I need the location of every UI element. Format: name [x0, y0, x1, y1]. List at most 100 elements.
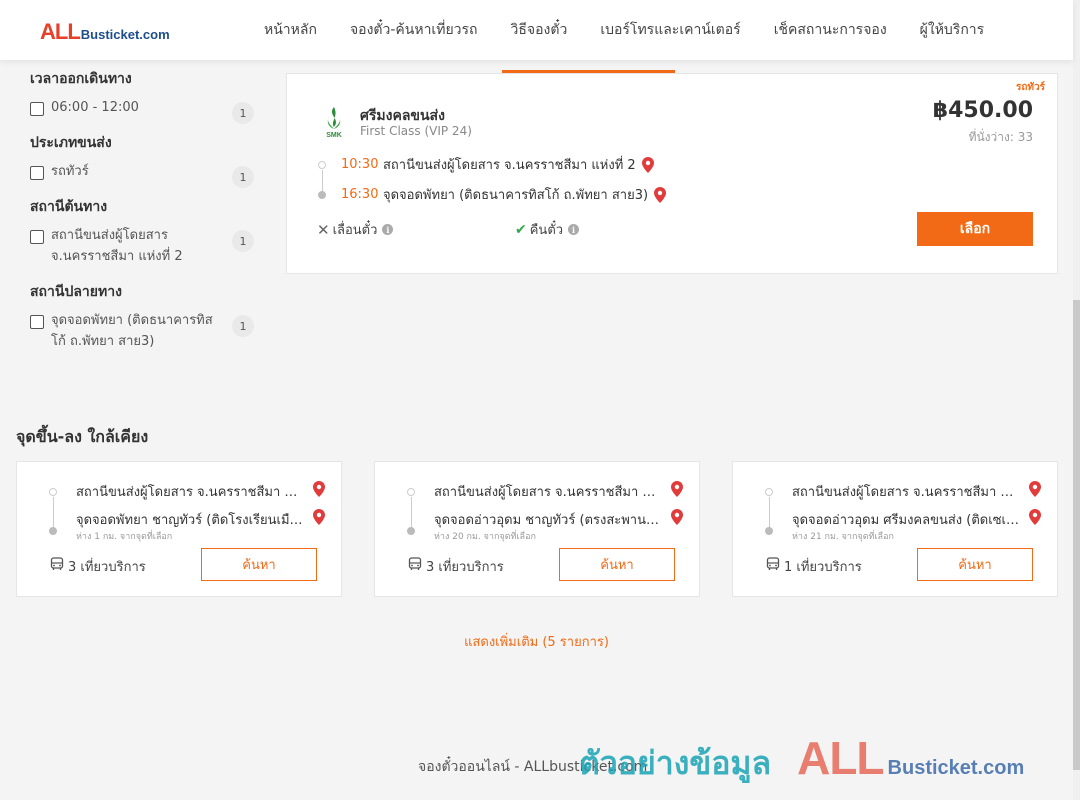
- select-trip-button[interactable]: เลือก: [917, 212, 1033, 246]
- filter-sidebar: เวลาออกเดินทาง 06:00 - 12:00 1 ประเภทขนส…: [30, 68, 256, 366]
- timeline-line: [410, 497, 412, 529]
- filter-title-origin: สถานีต้นทาง: [30, 199, 108, 215]
- refund-label: คืนตั๋ว: [529, 223, 564, 238]
- refund-policy: ✔ คืนตั๋ว i: [515, 219, 580, 240]
- reschedule-label: เลื่อนตั๋ว: [332, 223, 378, 238]
- nav-phone-counters[interactable]: เบอร์โทรและเคาน์เตอร์: [600, 19, 740, 41]
- seats-available: ที่นั่งว่าง: 33: [968, 130, 1033, 144]
- nearby-from-station: สถานีขนส่งผู้โดยสาร จ.นครราชสีมา แห่งที่…: [792, 485, 1020, 500]
- map-pin-icon[interactable]: [1029, 481, 1041, 497]
- nearby-stop-card: สถานีขนส่งผู้โดยสาร จ.นครราชสีมา แห่งที่…: [16, 461, 342, 597]
- trip-result-card: รถทัวร์ SMK ศรีมงคลขนส่ง First Class (VI…: [286, 73, 1058, 274]
- map-pin-icon[interactable]: [671, 481, 683, 497]
- timeline-destination-dot: [49, 527, 57, 535]
- filter-option-label: รถทัวร์: [51, 164, 89, 179]
- map-pin-icon[interactable]: [671, 509, 683, 525]
- filter-option-label: จุดจอดพัทยา (ติดธนาคารทิสโก้ ถ.พัทยา สาย…: [51, 313, 213, 349]
- checkbox[interactable]: [30, 230, 44, 244]
- departure-leg: 10:30 สถานีขนส่งผู้โดยสาร จ.นครราชสีมา แ…: [341, 154, 654, 175]
- filter-group-destination: สถานีปลายทาง จุดจอดพัทยา (ติดธนาคารทิสโก…: [30, 281, 256, 352]
- reschedule-policy: ✕ เลื่อนตั๋ว i: [317, 219, 394, 240]
- operator-logo-text: SMK: [326, 132, 342, 139]
- watermark-logo-busticket: Busticket.com: [887, 757, 1025, 779]
- filter-group-origin: สถานีต้นทาง สถานีขนส่งผู้โดยสาร จ.นครราช…: [30, 196, 256, 267]
- arrival-time: 16:30: [341, 187, 379, 202]
- filter-count-badge: 1: [232, 230, 254, 252]
- filter-group-departure-time: เวลาออกเดินทาง 06:00 - 12:00 1: [30, 68, 256, 124]
- map-pin-icon[interactable]: [641, 156, 654, 173]
- nearby-to-station: จุดจอดพัทยา ชาญทัวร์ (ติดโรงเรียนเมืองพั…: [76, 513, 304, 528]
- filter-count-badge: 1: [232, 166, 254, 188]
- filter-title-destination: สถานีปลายทาง: [30, 284, 122, 300]
- main-nav: หน้าหลัก จองตั๋ว-ค้นหาเที่ยวรถ วิธีจองตั…: [264, 0, 1017, 60]
- page-scrollbar[interactable]: [1073, 0, 1080, 800]
- timeline-line: [321, 170, 323, 192]
- filter-title-departure-time: เวลาออกเดินทาง: [30, 71, 132, 87]
- top-navbar: ALL Busticket.com หน้าหลัก จองตั๋ว-ค้นหา…: [0, 0, 1073, 60]
- departure-station: สถานีขนส่งผู้โดยสาร จ.นครราชสีมา แห่งที่…: [383, 158, 636, 173]
- show-more-link[interactable]: แสดงเพิ่มเติม (5 รายการ): [0, 631, 1073, 652]
- cross-icon: ✕: [317, 220, 330, 239]
- info-icon[interactable]: i: [382, 224, 394, 235]
- filter-option-label: 06:00 - 12:00: [51, 100, 139, 115]
- scrollbar-thumb[interactable]: [1073, 300, 1080, 770]
- info-icon[interactable]: i: [568, 224, 580, 235]
- nearby-distance: ห่าง 21 กม. จากจุดที่เลือก: [792, 532, 894, 542]
- nearby-stop-card: สถานีขนส่งผู้โดยสาร จ.นครราชสีมา แห่งที่…: [732, 461, 1058, 597]
- logo-busticket: Busticket.com: [80, 27, 170, 42]
- filter-count-badge: 1: [232, 102, 254, 124]
- nearby-distance: ห่าง 1 กม. จากจุดที่เลือก: [76, 532, 173, 542]
- nearby-from-station: สถานีขนส่งผู้โดยสาร จ.นครราชสีมา แห่งที่…: [434, 485, 662, 500]
- nav-book-search[interactable]: จองตั๋ว-ค้นหาเที่ยวรถ: [350, 19, 478, 41]
- nearby-trip-count: 3 เที่ยวบริการ: [426, 560, 504, 575]
- bus-icon: [50, 557, 64, 570]
- timeline-line: [52, 497, 54, 529]
- filter-option-label: สถานีขนส่งผู้โดยสาร จ.นครราชสีมา แห่งที่…: [51, 228, 183, 264]
- timeline-origin-dot: [318, 161, 326, 169]
- transport-type-tag: รถทัวร์: [1015, 82, 1045, 93]
- map-pin-icon[interactable]: [654, 186, 667, 203]
- filter-title-transport-type: ประเภทขนส่ง: [30, 135, 112, 151]
- nearby-stops-title: จุดขึ้น-ลง ใกล้เคียง: [16, 427, 149, 446]
- timeline-destination-dot: [765, 527, 773, 535]
- map-pin-icon[interactable]: [1029, 509, 1041, 525]
- filter-option-bus[interactable]: รถทัวร์ 1: [30, 164, 256, 188]
- nearby-trip-count: 3 เที่ยวบริการ: [68, 560, 146, 575]
- checkbox[interactable]: [30, 166, 44, 180]
- bus-class: First Class (VIP 24): [360, 124, 472, 138]
- nav-how-to-book[interactable]: วิธีจองตั๋ว: [511, 19, 568, 41]
- nav-operators[interactable]: ผู้ให้บริการ: [920, 19, 985, 41]
- filter-count-badge: 1: [232, 315, 254, 337]
- nearby-from-station: สถานีขนส่งผู้โดยสาร จ.นครราชสีมา แห่งที่…: [76, 485, 304, 500]
- timeline-destination-dot: [318, 191, 326, 199]
- nearby-search-button[interactable]: ค้นหา: [559, 548, 675, 581]
- site-logo[interactable]: ALL Busticket.com: [40, 19, 170, 45]
- watermark-text: ตัวอย่างข้อมูล: [579, 744, 772, 782]
- filter-option-destination-station[interactable]: จุดจอดพัทยา (ติดธนาคารทิสโก้ ถ.พัทยา สาย…: [30, 313, 256, 352]
- nearby-search-button[interactable]: ค้นหา: [917, 548, 1033, 581]
- nearby-trip-count: 1 เที่ยวบริการ: [784, 560, 862, 575]
- map-pin-icon[interactable]: [313, 509, 325, 525]
- filter-option-origin-station[interactable]: สถานีขนส่งผู้โดยสาร จ.นครราชสีมา แห่งที่…: [30, 228, 256, 267]
- check-icon: ✔: [515, 221, 527, 238]
- checkbox[interactable]: [30, 102, 44, 116]
- bus-icon: [408, 557, 422, 570]
- nav-home[interactable]: หน้าหลัก: [264, 19, 317, 41]
- trip-price: ฿450.00: [932, 98, 1033, 123]
- filter-option-time-range[interactable]: 06:00 - 12:00 1: [30, 100, 256, 124]
- watermark: ตัวอย่างข้อมูล ALL Busticket.com: [579, 731, 1024, 789]
- map-pin-icon[interactable]: [313, 481, 325, 497]
- nearby-to-station: จุดจอดอ่าวอุดม ศรีมงคลขนส่ง (ติดเซเว่น): [792, 513, 1020, 528]
- timeline-destination-dot: [407, 527, 415, 535]
- bus-icon: [766, 557, 780, 570]
- timeline-line: [768, 497, 770, 529]
- logo-all: ALL: [40, 19, 81, 44]
- arrival-station: จุดจอดพัทยา (ติดธนาคารทิสโก้ ถ.พัทยา สาย…: [383, 188, 649, 203]
- filter-group-transport-type: ประเภทขนส่ง รถทัวร์ 1: [30, 132, 256, 188]
- nearby-search-button[interactable]: ค้นหา: [201, 548, 317, 581]
- checkbox[interactable]: [30, 315, 44, 329]
- departure-time: 10:30: [341, 157, 379, 172]
- operator-logo: SMK: [326, 107, 342, 139]
- nearby-distance: ห่าง 20 กม. จากจุดที่เลือก: [434, 532, 536, 542]
- nav-check-booking[interactable]: เช็คสถานะการจอง: [774, 19, 887, 41]
